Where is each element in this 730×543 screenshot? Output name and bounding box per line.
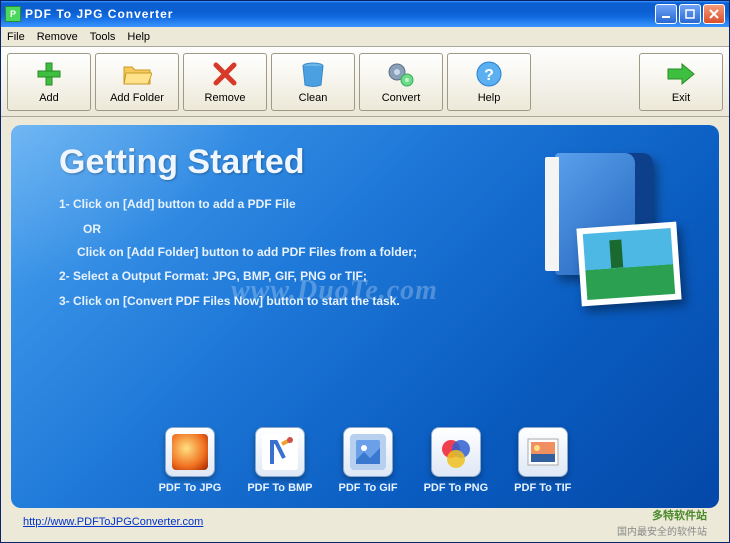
illustration [509, 153, 679, 303]
exit-button[interactable]: Exit [639, 53, 723, 111]
menu-bar: File Remove Tools Help [1, 27, 729, 47]
add-button[interactable]: Add [7, 53, 91, 111]
remove-label: Remove [205, 92, 246, 104]
close-icon [709, 9, 719, 19]
pdf-to-jpg-button[interactable]: PDF To JPG [159, 427, 222, 494]
exit-label: Exit [672, 92, 690, 104]
jpg-label: PDF To JPG [159, 482, 222, 494]
footer: http://www.PDFToJPGConverter.com 多特软件站 国… [11, 508, 719, 536]
gif-icon [343, 427, 393, 477]
convert-label: Convert [382, 92, 421, 104]
menu-file[interactable]: File [7, 31, 25, 43]
getting-started-panel: Getting Started 1- Click on [Add] button… [11, 125, 719, 508]
brand-text: 多特软件站 [617, 507, 707, 523]
svg-text:?: ? [484, 67, 494, 84]
footer-brand-block: 多特软件站 国内最安全的软件站 [617, 507, 707, 538]
folder-icon [122, 59, 152, 89]
maximize-button[interactable] [679, 4, 701, 24]
menu-remove[interactable]: Remove [37, 31, 78, 43]
add-folder-button[interactable]: Add Folder [95, 53, 179, 111]
pdf-to-gif-button[interactable]: PDF To GIF [339, 427, 398, 494]
pdf-to-tif-button[interactable]: PDF To TIF [514, 427, 571, 494]
content-area: Getting Started 1- Click on [Add] button… [1, 117, 729, 542]
bmp-icon [255, 427, 305, 477]
remove-button[interactable]: Remove [183, 53, 267, 111]
watermark-text: www.DuoTe.com [231, 275, 438, 307]
plus-icon [34, 59, 64, 89]
format-buttons: PDF To JPG PDF To BMP PDF To GIF [11, 427, 719, 494]
help-label: Help [478, 92, 501, 104]
bmp-label: PDF To BMP [247, 482, 312, 494]
gears-icon [386, 59, 416, 89]
tagline-text: 国内最安全的软件站 [617, 523, 707, 538]
help-icon: ? [474, 59, 504, 89]
clean-label: Clean [299, 92, 328, 104]
website-link[interactable]: http://www.PDFToJPGConverter.com [23, 516, 203, 528]
minimize-icon [661, 9, 671, 19]
add-label: Add [39, 92, 59, 104]
title-bar: P PDF To JPG Converter [1, 1, 729, 27]
tif-label: PDF To TIF [514, 482, 571, 494]
jpg-icon [165, 427, 215, 477]
close-button[interactable] [703, 4, 725, 24]
app-window: P PDF To JPG Converter File Remove Tools… [0, 0, 730, 543]
minimize-button[interactable] [655, 4, 677, 24]
maximize-icon [685, 9, 695, 19]
window-title: PDF To JPG Converter [25, 7, 655, 21]
pdf-to-png-button[interactable]: PDF To PNG [424, 427, 489, 494]
photo-icon [576, 222, 681, 307]
trash-icon [298, 59, 328, 89]
gif-label: PDF To GIF [339, 482, 398, 494]
png-icon [431, 427, 481, 477]
help-button[interactable]: ? Help [447, 53, 531, 111]
menu-help[interactable]: Help [127, 31, 150, 43]
convert-button[interactable]: Convert [359, 53, 443, 111]
clean-button[interactable]: Clean [271, 53, 355, 111]
toolbar: Add Add Folder Remove Clean Convert [1, 47, 729, 117]
png-label: PDF To PNG [424, 482, 489, 494]
x-icon [210, 59, 240, 89]
menu-tools[interactable]: Tools [90, 31, 116, 43]
pdf-to-bmp-button[interactable]: PDF To BMP [247, 427, 312, 494]
arrow-right-icon [666, 59, 696, 89]
tif-icon [518, 427, 568, 477]
window-controls [655, 4, 725, 24]
add-folder-label: Add Folder [110, 92, 164, 104]
app-icon: P [5, 6, 21, 22]
